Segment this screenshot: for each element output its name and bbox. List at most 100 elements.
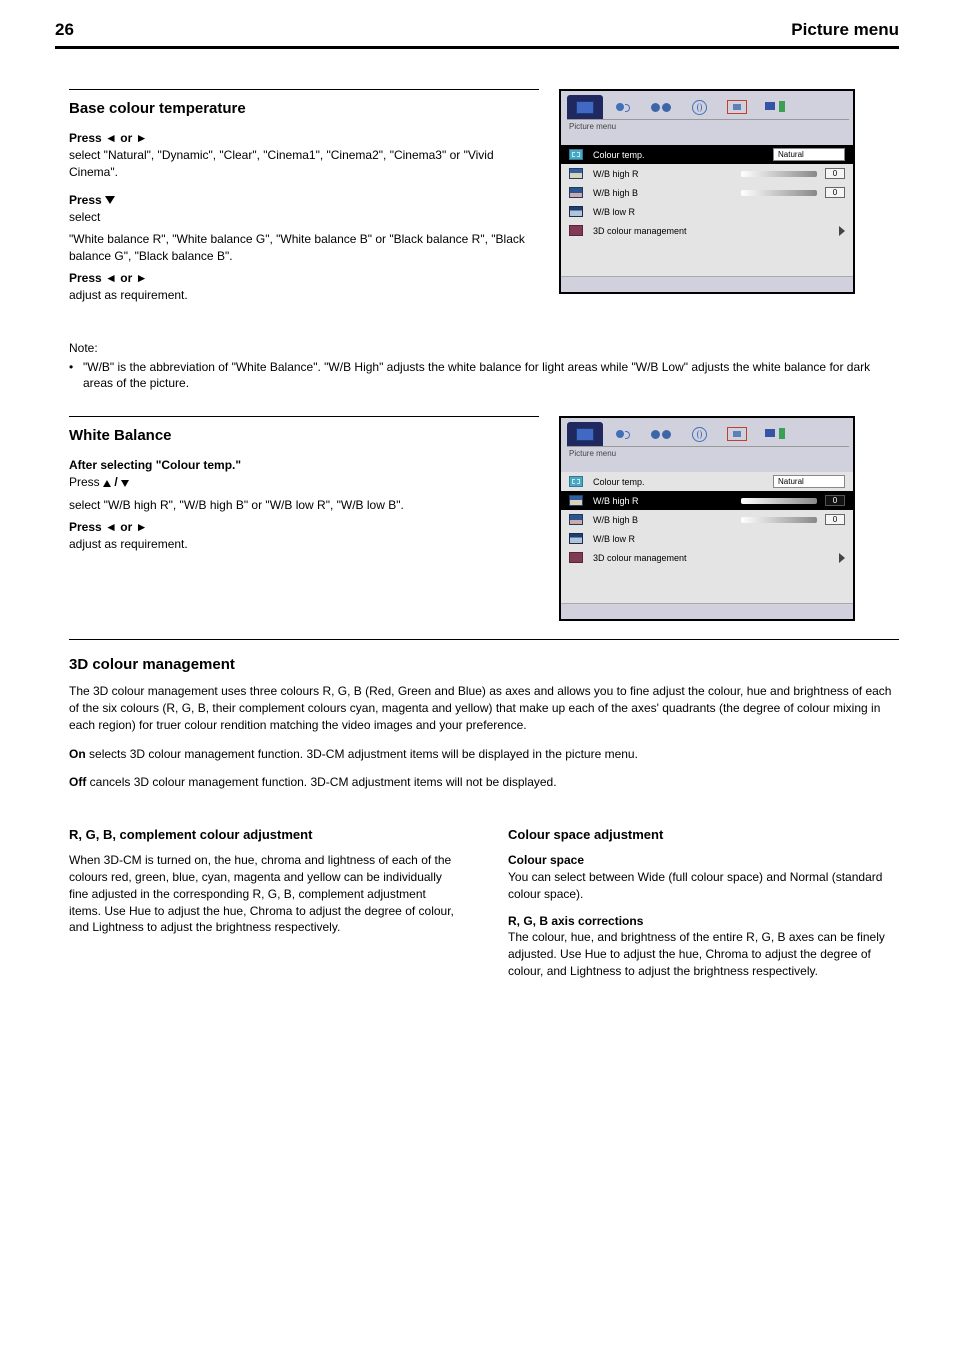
menu-row-wb-low-r[interactable]: W/B low R — [561, 529, 853, 548]
tab-network[interactable] — [681, 95, 717, 119]
section-rule — [69, 416, 539, 417]
tab-system[interactable] — [719, 95, 755, 119]
globe-icon — [692, 100, 707, 115]
step-label: Press ◄ or ► — [69, 131, 539, 145]
menu-title: Picture menu — [567, 122, 849, 131]
step-label: After selecting "Colour temp." — [69, 458, 539, 472]
system-icon — [727, 427, 747, 441]
press-text: Press — [69, 475, 103, 489]
tab-3d-sound[interactable] — [643, 95, 679, 119]
step-body: "White balance R", "White balance G", "W… — [69, 231, 539, 265]
note-label: Note: — [69, 340, 899, 357]
slider-track[interactable] — [741, 517, 817, 523]
tab-network[interactable] — [681, 422, 717, 446]
row-label: W/B high B — [593, 188, 735, 198]
menu-screenshot-2: Picture menu Colour temp. Natural W/B hi… — [559, 416, 855, 621]
slider-track[interactable] — [741, 171, 817, 177]
tab-divider — [567, 119, 849, 120]
globe-icon — [692, 427, 707, 442]
section-heading-3: 3D colour management — [69, 656, 899, 673]
row-icon — [569, 552, 583, 563]
row-label: 3D colour management — [593, 226, 839, 236]
menu-footer — [561, 276, 853, 292]
tab-external[interactable] — [757, 422, 793, 446]
off-text: cancels 3D colour management function. 3… — [90, 775, 557, 789]
triangle-up-icon — [103, 480, 111, 487]
tab-divider — [567, 446, 849, 447]
body-text: You can select between Wide (full colour… — [508, 870, 882, 901]
page-number: 26 — [55, 20, 74, 40]
menu-row-3d-cm[interactable]: 3D colour management — [561, 221, 853, 240]
row-label: W/B low R — [593, 207, 845, 217]
external-icon — [765, 427, 785, 441]
menu-row-colour-temp[interactable]: Colour temp. Natural — [561, 472, 853, 491]
step-body: select — [69, 209, 539, 226]
menu-row-colour-temp[interactable]: Colour temp. Natural — [561, 145, 853, 164]
row-icon — [569, 225, 583, 236]
tab-picture[interactable] — [567, 422, 603, 446]
row-value: Natural — [773, 475, 845, 488]
row-label: 3D colour management — [593, 553, 839, 563]
emph-label: R, G, B axis corrections — [508, 914, 643, 928]
row-icon — [569, 533, 583, 544]
section-rule — [69, 89, 539, 90]
subsection-body-right-1: Colour space You can select between Wide… — [508, 852, 899, 902]
step-body: adjust as requirement. — [69, 536, 539, 553]
step-body: adjust as requirement. — [69, 287, 539, 304]
subsection-heading-right: Colour space adjustment — [508, 827, 899, 842]
header-rule — [55, 46, 899, 49]
note-body: "W/B" is the abbreviation of "White Bala… — [69, 359, 899, 393]
row-icon — [569, 206, 583, 217]
page-title: Picture menu — [791, 20, 899, 40]
stereo-icon — [651, 428, 671, 440]
step-body: Press / — [69, 474, 539, 491]
triangle-down-icon — [121, 480, 129, 487]
row-label: Colour temp. — [593, 150, 773, 160]
subsection-heading-left: R, G, B, complement colour adjustment — [69, 827, 460, 842]
row-icon — [569, 187, 583, 198]
step-label: Press ◄ or ► — [69, 520, 539, 534]
menu-screenshot-1: Picture menu Colour temp. Natural W/B hi… — [559, 89, 855, 294]
menu-row-wb-high-r[interactable]: W/B high R 0 — [561, 164, 853, 183]
speaker-icon — [614, 100, 632, 114]
row-label: Colour temp. — [593, 477, 773, 487]
slider-track[interactable] — [741, 190, 817, 196]
step-body: select "W/B high R", "W/B high B" or "W/… — [69, 497, 539, 514]
menu-row-wb-high-b[interactable]: W/B high B 0 — [561, 510, 853, 529]
menu-row-wb-high-r[interactable]: W/B high R 0 — [561, 491, 853, 510]
row-icon — [569, 149, 583, 160]
tab-system[interactable] — [719, 422, 755, 446]
section-off: Off cancels 3D colour management functio… — [69, 774, 899, 791]
subsection-body-right-2: R, G, B axis corrections The colour, hue… — [508, 913, 899, 980]
tab-picture[interactable] — [567, 95, 603, 119]
menu-row-wb-high-b[interactable]: W/B high B 0 — [561, 183, 853, 202]
tab-3d-sound[interactable] — [643, 422, 679, 446]
step-body: select "Natural", "Dynamic", "Clear", "C… — [69, 147, 539, 181]
row-icon — [569, 514, 583, 525]
menu-footer — [561, 603, 853, 619]
slider-track[interactable] — [741, 498, 817, 504]
step-label: Press — [69, 193, 539, 207]
tab-external[interactable] — [757, 95, 793, 119]
row-value: 0 — [825, 168, 845, 179]
section-intro: The 3D colour management uses three colo… — [69, 683, 899, 733]
chevron-right-icon — [839, 553, 845, 563]
row-label: W/B high B — [593, 515, 735, 525]
menu-row-wb-low-r[interactable]: W/B low R — [561, 202, 853, 221]
step-label: Press ◄ or ► — [69, 271, 539, 285]
row-icon — [569, 495, 583, 506]
on-text: selects 3D colour management function. 3… — [89, 747, 638, 761]
body-text: The colour, hue, and brightness of the e… — [508, 930, 885, 978]
row-value: 0 — [825, 187, 845, 198]
menu-row-3d-cm[interactable]: 3D colour management — [561, 548, 853, 567]
section-heading-1: Base colour temperature — [69, 100, 539, 117]
chevron-right-icon — [839, 226, 845, 236]
tab-sound[interactable] — [605, 422, 641, 446]
speaker-icon — [614, 427, 632, 441]
tab-sound[interactable] — [605, 95, 641, 119]
press-text: Press — [69, 193, 105, 207]
screen-icon — [576, 101, 594, 114]
section-heading-2: White Balance — [69, 427, 539, 444]
screen-icon — [576, 428, 594, 441]
row-value: Natural — [773, 148, 845, 161]
